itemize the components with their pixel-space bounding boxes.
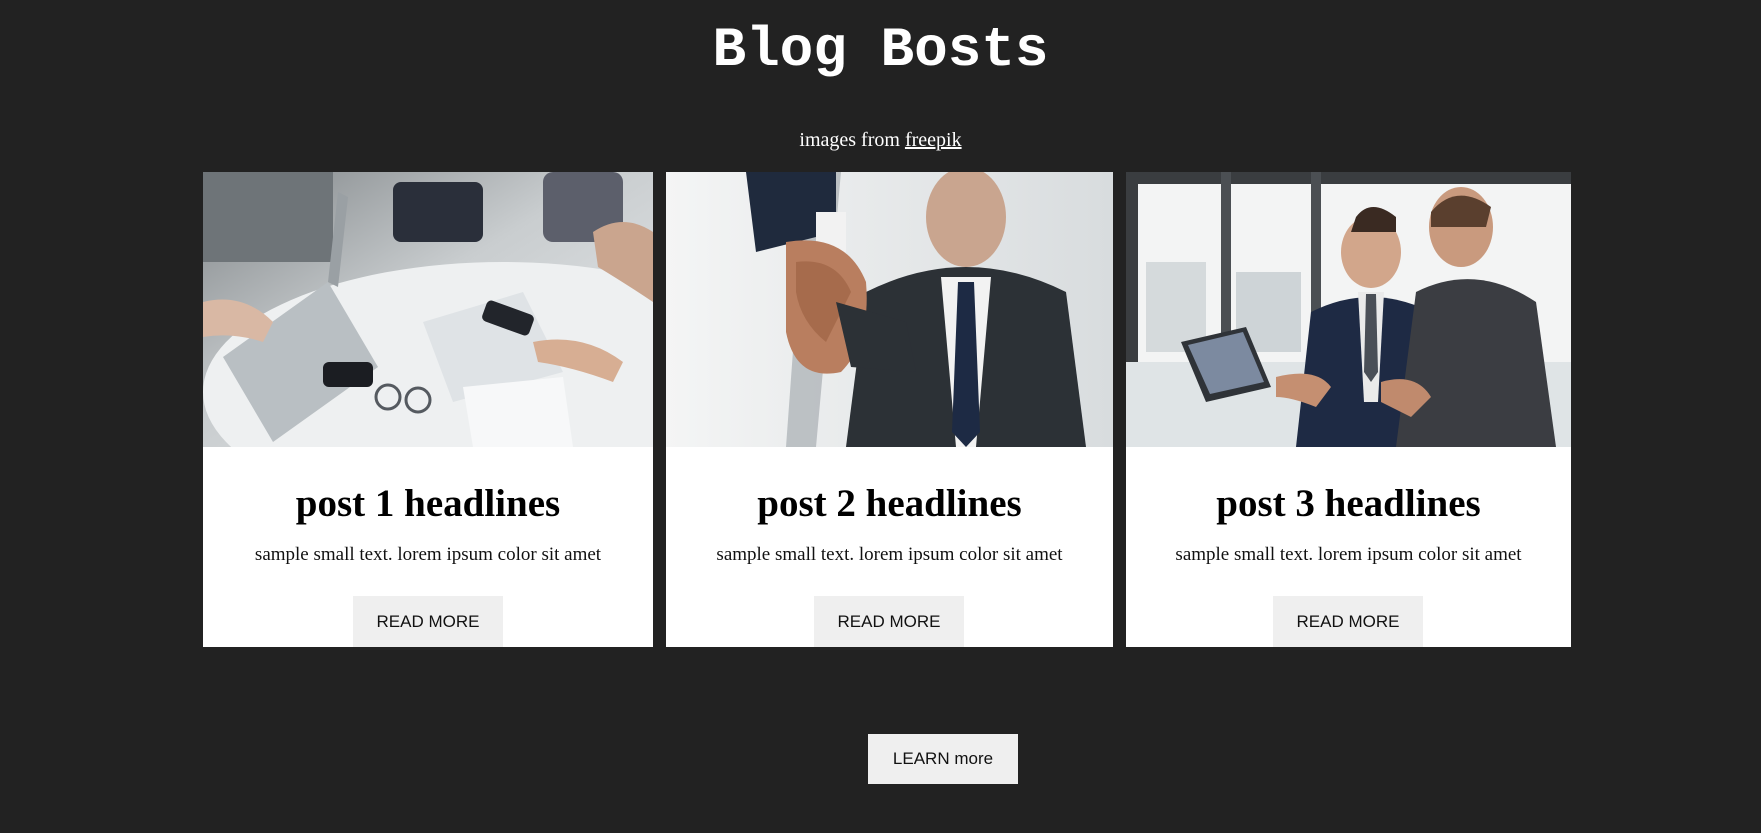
image-credit: images from freepik <box>0 128 1761 152</box>
post-card: post 1 headlines sample small text. lore… <box>203 172 653 647</box>
team-meeting-photo <box>203 172 653 447</box>
post-image <box>1126 172 1571 447</box>
page-title: Blog Bosts <box>712 18 1049 82</box>
businessmen-laptop-photo <box>1126 172 1571 447</box>
credit-prefix: images from <box>799 129 905 151</box>
read-more-button[interactable]: READ MORE <box>814 596 964 647</box>
read-more-button[interactable]: READ MORE <box>1273 596 1423 647</box>
post-summary: sample small text. lorem ipsum color sit… <box>1175 544 1522 565</box>
post-headline: post 3 headlines <box>1216 482 1481 525</box>
post-summary: sample small text. lorem ipsum color sit… <box>254 544 602 565</box>
post-image <box>666 172 1113 447</box>
post-summary: sample small text. lorem ipsum color sit… <box>716 544 1063 565</box>
post-image <box>203 172 653 447</box>
post-card: post 3 headlines sample small text. lore… <box>1126 172 1571 647</box>
read-more-button[interactable]: READ MORE <box>353 596 503 647</box>
learn-more-button[interactable]: LEARN more <box>868 734 1018 784</box>
post-card: post 2 headlines sample small text. lore… <box>666 172 1113 647</box>
post-headline: post 1 headlines <box>295 482 561 525</box>
post-headline: post 2 headlines <box>757 482 1022 525</box>
handshake-photo <box>666 172 1113 447</box>
freepik-link[interactable]: freepik <box>905 129 962 151</box>
